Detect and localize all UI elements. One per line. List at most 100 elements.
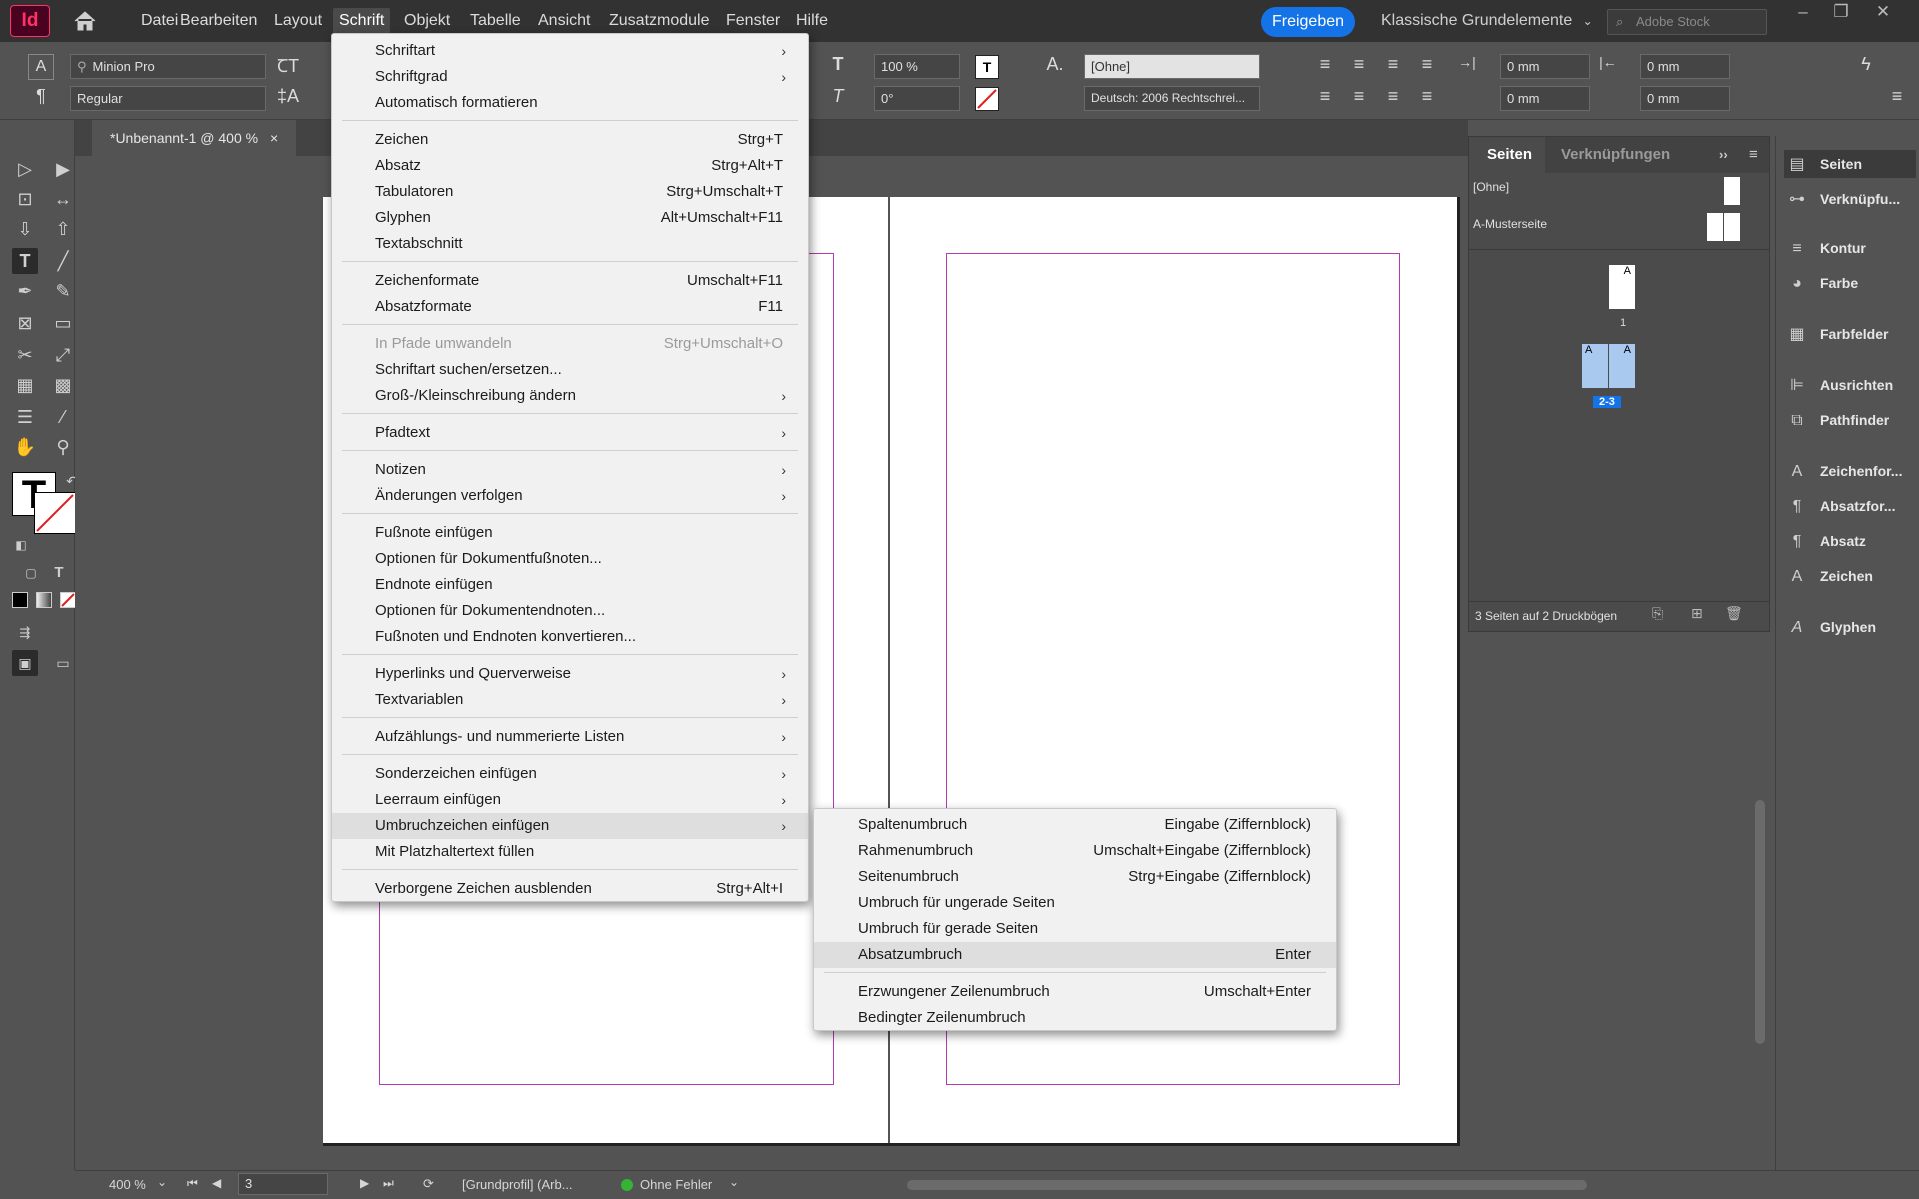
note-tool-icon[interactable]: ☰ — [12, 404, 38, 430]
gradient-feather-tool-icon[interactable]: ▩ — [50, 372, 76, 398]
menu-item-fussnoten-optionen[interactable]: Optionen für Dokumentfußnoten... — [332, 546, 808, 572]
panel-farbe[interactable]: ◕ Farbe — [1784, 269, 1916, 297]
document-tab[interactable]: *Unbenannt-1 @ 400 % × — [92, 120, 297, 156]
preview-mode-icon[interactable]: ▭ — [50, 650, 76, 676]
submenu-item-spaltenumbruch[interactable]: Spaltenumbruch Eingabe (Ziffernblock) — [814, 812, 1336, 838]
submenu-item-absatzumbruch[interactable]: Absatzumbruch Enter — [814, 942, 1336, 968]
menu-fenster[interactable]: Fenster — [720, 8, 786, 34]
character-mode-icon[interactable]: A — [28, 54, 54, 80]
gradient-swatch-tool-icon[interactable]: ▦ — [12, 372, 38, 398]
panel-verknuepfungen[interactable]: ⊶ Verknüpfu... — [1784, 185, 1916, 213]
quick-apply-icon[interactable]: ϟ — [1854, 54, 1878, 75]
page-3-thumbnail[interactable]: A — [1609, 344, 1635, 388]
minimize-icon[interactable]: – — [1791, 2, 1815, 24]
first-line-indent-field[interactable]: 0 mm — [1500, 86, 1590, 111]
align-right-icon[interactable]: ≡ — [1381, 54, 1405, 75]
submenu-item-erzwungener-zeilenumbruch[interactable]: Erzwungener Zeilenumbruch Umschalt+Enter — [814, 979, 1336, 1005]
character-style-field[interactable]: [Ohne] — [1084, 54, 1260, 79]
submenu-item-bedingter-zeilenumbruch[interactable]: Bedingter Zeilenumbruch — [814, 1005, 1336, 1031]
apply-none-icon[interactable] — [60, 592, 76, 608]
menu-zusatzmodule[interactable]: Zusatzmodule — [603, 8, 716, 34]
last-page-icon[interactable]: ⏭ — [383, 1176, 394, 1191]
preflight-profile-icon[interactable]: ⟳ — [423, 1176, 434, 1192]
align-center-icon[interactable]: ≡ — [1347, 54, 1371, 75]
menu-item-notizen[interactable]: Notizen › — [332, 457, 808, 483]
left-indent-field[interactable]: 0 mm — [1500, 54, 1590, 79]
skew-field[interactable]: 0° — [874, 86, 960, 111]
adobe-stock-search[interactable]: ⌕ Adobe Stock — [1607, 9, 1767, 35]
workspace-switcher[interactable]: Klassische Grundelemente ⌄ — [1381, 9, 1593, 33]
menu-bearbeiten[interactable]: Bearbeiten — [174, 8, 263, 34]
menu-item-pfadtext[interactable]: Pfadtext › — [332, 420, 808, 446]
menu-item-textvariablen[interactable]: Textvariablen › — [332, 687, 808, 713]
rectangle-frame-tool-icon[interactable]: ⊠ — [12, 310, 38, 336]
page-number-field[interactable]: 3 — [238, 1173, 328, 1195]
align-left-icon[interactable]: ≡ — [1313, 54, 1337, 75]
text-stroke-none-icon[interactable] — [975, 87, 999, 111]
line-tool-icon[interactable]: ╱ — [50, 248, 76, 274]
menu-item-umbruchzeichen[interactable]: Umbruchzeichen einfügen › — [332, 813, 808, 839]
default-colors-icon[interactable]: ◧ — [12, 532, 30, 558]
first-page-icon[interactable]: ⏮ — [187, 1176, 198, 1191]
horizontal-scale-field[interactable]: 100 % — [874, 54, 960, 79]
menu-ansicht[interactable]: Ansicht — [532, 8, 596, 34]
panel-pathfinder[interactable]: ⧉ Pathfinder — [1784, 406, 1916, 434]
preflight-dropdown-icon[interactable]: ⌄ — [729, 1175, 739, 1189]
zoom-dropdown-icon[interactable]: ⌄ — [157, 1175, 167, 1189]
right-indent-field[interactable]: 0 mm — [1640, 54, 1730, 79]
menu-item-sonderzeichen[interactable]: Sonderzeichen einfügen › — [332, 761, 808, 787]
submenu-item-gerade[interactable]: Umbruch für gerade Seiten — [814, 916, 1336, 942]
menu-item-platzhaltertext[interactable]: Mit Platzhaltertext füllen — [332, 839, 808, 865]
panel-zeichen[interactable]: A Zeichen — [1784, 562, 1916, 590]
submenu-item-seitenumbruch[interactable]: Seitenumbruch Strg+Eingabe (Ziffernblock) — [814, 864, 1336, 890]
menu-item-leerraum[interactable]: Leerraum einfügen › — [332, 787, 808, 813]
last-line-indent-field[interactable]: 0 mm — [1640, 86, 1730, 111]
menu-schrift[interactable]: Schrift — [333, 8, 391, 34]
menu-item-automatisch-formatieren[interactable]: Automatisch formatieren — [332, 90, 808, 116]
panel-menu-icon[interactable]: ≡ — [1749, 137, 1758, 173]
menu-layout[interactable]: Layout — [268, 8, 328, 34]
panel-absatzformate[interactable]: ¶ Absatzfor... — [1784, 492, 1916, 520]
text-fill-icon[interactable]: T — [975, 55, 999, 79]
selection-tool-icon[interactable]: ▷ — [12, 156, 38, 182]
tab-verknuepfungen[interactable]: Verknüpfungen — [1561, 137, 1670, 173]
screen-mode-icon[interactable]: ⇶ — [12, 620, 38, 646]
menu-tabelle[interactable]: Tabelle — [464, 8, 527, 34]
align-justify-icon[interactable]: ≡ — [1415, 54, 1439, 75]
content-placer-icon[interactable]: ⇧ — [50, 216, 76, 242]
menu-item-verborgene-zeichen[interactable]: Verborgene Zeichen ausblenden Strg+Alt+I — [332, 876, 808, 902]
menu-item-absatz[interactable]: Absatz Strg+Alt+T — [332, 153, 808, 179]
menu-item-schriftart-suchen[interactable]: Schriftart suchen/ersetzen... — [332, 357, 808, 383]
content-collector-icon[interactable]: ⇩ — [12, 216, 38, 242]
collapse-panel-icon[interactable]: ›› — [1719, 137, 1728, 173]
master-a-label[interactable]: A-Musterseite — [1473, 217, 1547, 231]
normal-view-icon[interactable]: ▣ — [12, 650, 38, 676]
menu-item-zeichen[interactable]: Zeichen Strg+T — [332, 127, 808, 153]
rectangle-tool-icon[interactable]: ▭ — [50, 310, 76, 336]
panel-kontur[interactable]: ≡ Kontur — [1784, 234, 1916, 262]
apply-gradient-icon[interactable] — [36, 592, 52, 608]
vertical-scrollbar-thumb[interactable] — [1755, 800, 1765, 1044]
horizontal-scrollbar-thumb[interactable] — [907, 1180, 1587, 1190]
master-a-right-thumb[interactable] — [1724, 213, 1740, 241]
paragraph-mode-icon[interactable]: ¶ — [28, 86, 54, 107]
pencil-tool-icon[interactable]: ✎ — [50, 278, 76, 304]
format-container-icon[interactable]: ▢ — [18, 560, 44, 586]
menu-item-endnote[interactable]: Endnote einfügen — [332, 572, 808, 598]
master-none-thumbnail[interactable] — [1724, 177, 1740, 205]
close-icon[interactable]: ✕ — [1871, 2, 1895, 24]
justify-last-left-icon[interactable]: ≡ — [1313, 86, 1337, 107]
page-1-thumbnail[interactable]: A — [1609, 265, 1635, 309]
pen-tool-icon[interactable]: ✒ — [12, 278, 38, 304]
menu-item-fussnote[interactable]: Fußnote einfügen — [332, 520, 808, 546]
format-text-icon[interactable]: T — [46, 560, 72, 586]
preflight-status[interactable]: Ohne Fehler — [640, 1177, 712, 1192]
next-page-icon[interactable]: ▶ — [360, 1176, 369, 1190]
panel-menu-icon[interactable]: ≡ — [1885, 86, 1909, 107]
page-2-thumbnail[interactable]: A — [1582, 344, 1608, 388]
share-button[interactable]: Freigeben — [1261, 7, 1355, 37]
panel-farbfelder[interactable]: ▦ Farbfelder — [1784, 320, 1916, 348]
font-style-field[interactable]: Regular — [70, 86, 266, 111]
trash-icon[interactable]: 🗑 — [1725, 605, 1743, 622]
menu-item-textabschnitt[interactable]: Textabschnitt — [332, 231, 808, 257]
